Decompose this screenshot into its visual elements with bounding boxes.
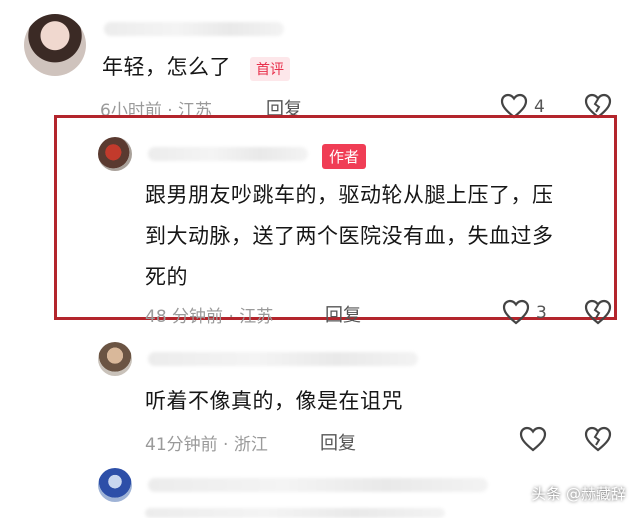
like-count: 4 xyxy=(534,97,545,117)
watermark: 头条 @赫藏辞 xyxy=(531,485,626,503)
username-blurred[interactable] xyxy=(148,352,418,366)
reply-button[interactable]: 回复 xyxy=(320,429,356,455)
username-blurred[interactable] xyxy=(148,147,308,161)
comment-time-location: 41分钟前 · 浙江 xyxy=(145,435,268,455)
comment-text: 听着不像真的，像是在诅咒 xyxy=(145,389,403,413)
heart-icon[interactable] xyxy=(519,426,547,452)
broken-heart-icon[interactable] xyxy=(584,426,612,452)
heart-icon[interactable] xyxy=(502,299,530,325)
comment-text-line: 到大动脉，送了两个医院没有血，失血过多 xyxy=(145,224,554,248)
comment-text: 年轻，怎么了 xyxy=(102,55,231,79)
avatar[interactable] xyxy=(98,137,132,171)
broken-heart-icon[interactable] xyxy=(584,299,612,325)
avatar[interactable] xyxy=(98,468,132,502)
comment-time-location: 48 分钟前 · 江苏 xyxy=(145,307,274,327)
comment-text-line: 死的 xyxy=(145,265,188,289)
reply-button[interactable]: 回复 xyxy=(325,301,361,327)
like-count: 3 xyxy=(536,303,547,323)
author-badge: 作者 xyxy=(322,144,367,169)
comment-text-blurred xyxy=(145,508,445,518)
comment-text-line: 跟男朋友吵跳车的，驱动轮从腿上压了，压 xyxy=(145,183,554,207)
username-blurred[interactable] xyxy=(148,478,488,492)
avatar[interactable] xyxy=(24,14,86,76)
username-blurred[interactable] xyxy=(104,22,284,36)
first-comment-badge: 首评 xyxy=(250,57,290,81)
avatar[interactable] xyxy=(98,342,132,376)
